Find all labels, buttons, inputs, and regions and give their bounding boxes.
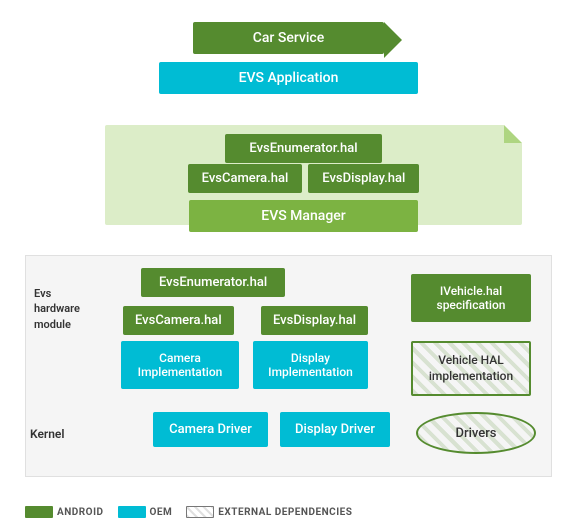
oem-color-swatch [118,506,146,518]
external-color-swatch [186,506,214,518]
evs-camera-lower-label: EvsCamera.hal [135,313,222,328]
top-hal-pair: EvsCamera.hal EvsDisplay.hal [188,164,420,193]
android-legend-label: ANDROID [57,507,104,518]
evs-display-lower-label: EvsDisplay.hal [273,313,356,328]
lower-enumerator-box: EvsEnumerator.hal [141,268,285,297]
evs-enumerator-top-label: EvsEnumerator.hal [249,141,357,156]
legend-oem: OEM [118,506,173,518]
evs-hw-line3: module [34,318,71,331]
evs-display-top-label: EvsDisplay.hal [322,171,405,186]
evs-hw-label: Evs hardware module [34,286,114,332]
drivers-ellipse: Drivers [416,412,536,454]
display-impl-label: DisplayImplementation [268,351,353,379]
evs-manager-label: EVS Manager [261,208,345,224]
android-color-swatch [25,506,53,518]
camera-driver-box: Camera Driver [153,412,268,447]
ivehicle-box: IVehicle.halspecification [411,274,531,322]
evs-hw-line1: Evs [34,287,51,300]
architecture-diagram: Car Service EVS Application EvsEnumerato… [0,0,577,522]
evs-manager-row: EVS Manager [0,200,577,232]
evs-manager-container: EVS Manager [189,200,417,232]
top-display-box: EvsDisplay.hal [308,164,419,193]
evs-app-label: EVS Application [239,70,339,86]
top-hal-row: EvsCamera.hal EvsDisplay.hal [0,164,577,193]
paper-fold [504,125,522,143]
lower-display-inner: EvsDisplay.hal [261,306,368,335]
legend-external: EXTERNAL DEPENDENCIES [186,506,352,518]
evs-app-row: EVS Application [100,62,477,94]
camera-impl-box: CameraImplementation [121,341,239,389]
top-enumerator-box: EvsEnumerator.hal [225,134,381,163]
kernel-text: Kernel [30,427,65,441]
car-service-row: Car Service [120,22,457,54]
vehicle-hal-box: Vehicle HALimplementation [411,341,531,396]
top-camera-box: EvsCamera.hal [188,164,303,193]
top-enumerator-row: EvsEnumerator.hal [0,134,577,163]
legend-android: ANDROID [25,506,104,518]
lower-enumerator-inner: EvsEnumerator.hal [141,268,285,297]
lower-camera-inner: EvsCamera.hal [123,306,234,335]
evs-enumerator-lower-label: EvsEnumerator.hal [159,275,267,290]
drivers-label: Drivers [455,426,496,441]
vehicle-hal-label: Vehicle HALimplementation [429,353,513,384]
camera-driver-label: Camera Driver [169,422,252,437]
evs-hw-line2: hardware [34,302,80,315]
car-service-label: Car Service [253,30,324,46]
evs-manager-box: EVS Manager [189,200,417,232]
ivehicle-label: IVehicle.halspecification [437,284,506,312]
legend: ANDROID OEM EXTERNAL DEPENDENCIES [25,506,567,518]
lower-camera-hal-box: EvsCamera.hal [123,306,234,335]
external-legend-label: EXTERNAL DEPENDENCIES [218,507,352,518]
lower-display-hal-box: EvsDisplay.hal [261,306,368,335]
display-impl-box: DisplayImplementation [253,341,368,389]
kernel-label: Kernel [30,427,65,441]
display-driver-label: Display Driver [295,422,375,437]
display-driver-box: Display Driver [280,412,390,447]
camera-impl-label: CameraImplementation [138,351,223,379]
oem-legend-label: OEM [150,507,173,518]
evs-camera-top-label: EvsCamera.hal [202,171,289,186]
car-service-box: Car Service [193,22,384,54]
evs-app-box: EVS Application [159,62,419,94]
